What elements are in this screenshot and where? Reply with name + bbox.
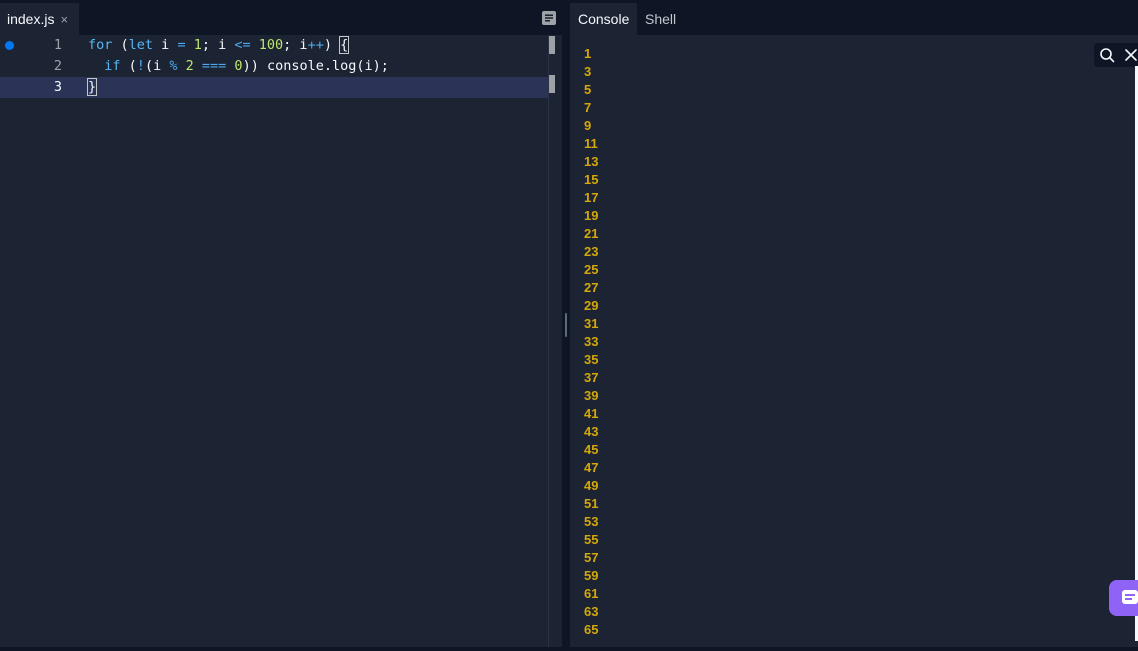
console-output-line: 53 (584, 514, 599, 529)
file-tab-index-js[interactable]: index.js × (0, 3, 79, 35)
console-output-line: 5 (584, 82, 592, 97)
console-output-line: 59 (584, 568, 599, 583)
token-keyword: let (128, 37, 154, 53)
close-tab-icon[interactable]: × (60, 12, 68, 27)
console-output-line: 55 (584, 532, 599, 547)
console-output-line: 63 (584, 604, 599, 619)
console-output-line: 3 (584, 64, 592, 79)
line-number: 1 (53, 37, 62, 53)
console-output-line: 1 (584, 46, 592, 61)
editor-tab-bar: index.js × (0, 0, 562, 35)
console-output-line: 45 (584, 442, 599, 457)
token-operator: <= (234, 37, 251, 53)
console-output-line: 9 (584, 118, 592, 133)
token-method: log (331, 58, 357, 74)
close-icon[interactable] (1123, 47, 1138, 63)
console-output-line: 19 (584, 208, 599, 223)
token-operator: ++ (307, 37, 324, 53)
token-number: 2 (185, 58, 194, 74)
console-output-line: 49 (584, 478, 599, 493)
token-keyword: if (104, 58, 121, 74)
console-output-line: 57 (584, 550, 599, 565)
token-punct: ( (112, 37, 129, 53)
console-toolbar (1094, 43, 1138, 67)
console-output-line: 25 (584, 262, 599, 277)
token-number: 1 (193, 37, 202, 53)
console-output-line: 43 (584, 424, 599, 439)
console-output-line: 17 (584, 190, 599, 205)
token-punct: (i); (356, 58, 389, 74)
console-output-line: 37 (584, 370, 599, 385)
code-text: } (86, 77, 98, 98)
token-punct: ; i (283, 37, 308, 53)
scrollbar-marker (549, 75, 555, 93)
token-operator: ! (136, 58, 145, 74)
console-output-line: 15 (584, 172, 599, 187)
console-output-line: 27 (584, 280, 599, 295)
code-line[interactable]: 1 for (let i = 1; i <= 100; i++) { (0, 35, 548, 56)
token-operator: = (177, 37, 186, 53)
console-tab-bar: Console Shell (570, 0, 1138, 35)
console-output-line: 29 (584, 298, 599, 313)
tab-shell[interactable]: Shell (639, 3, 682, 35)
editor-scrollbar-track[interactable] (548, 35, 549, 647)
console-output-line: 11 (584, 136, 598, 151)
code-editor[interactable]: 1 for (let i = 1; i <= 100; i++) { 2 if … (0, 35, 548, 647)
console-output[interactable]: 1 3 5 7 9 11 13 15 17 19 21 23 25 27 29 31 33 35 37 39 41 43 4… (584, 45, 1064, 639)
token-punct: ) (323, 37, 341, 53)
token-brace-match: } (86, 78, 98, 96)
scrollbar-marker (549, 36, 555, 54)
token-punct: ( (120, 58, 137, 74)
bottom-strip (0, 647, 1138, 651)
code-text: if (!(i % 2 === 0)) console.log(i); (88, 56, 389, 77)
tab-console[interactable]: Console (570, 3, 638, 35)
code-line[interactable]: 2 if (!(i % 2 === 0)) console.log(i); (0, 56, 548, 77)
token-number: 0 (234, 58, 243, 74)
console-output-line: 21 (584, 226, 599, 241)
token-number: 100 (258, 37, 284, 53)
token-ident: (i (144, 58, 170, 74)
token-operator: === (201, 58, 227, 74)
console-output-line: 41 (584, 406, 599, 421)
console-output-line: 13 (584, 154, 599, 169)
layout-icon[interactable] (541, 10, 557, 26)
splitter-handle[interactable] (565, 313, 567, 337)
console-output-line: 51 (584, 496, 599, 511)
console-output-line: 39 (584, 388, 599, 403)
chat-icon[interactable] (1109, 580, 1138, 616)
console-output-line: 65 (584, 622, 599, 637)
console-output-line: 61 (584, 586, 599, 601)
console-output-line: 47 (584, 460, 599, 475)
file-tab-label: index.js (7, 11, 55, 27)
console-output-line: 35 (584, 352, 599, 367)
console-output-line: 7 (584, 100, 592, 115)
code-line-active[interactable]: 3 } (0, 77, 548, 98)
line-number: 2 (53, 58, 62, 74)
console-output-line: 33 (584, 334, 599, 349)
console-output-line: 23 (584, 244, 599, 259)
token-brace-match: { (339, 36, 350, 54)
token-keyword: for (88, 37, 113, 53)
search-icon[interactable] (1099, 47, 1115, 63)
token-punct: )) console. (242, 58, 332, 74)
token-ident: i (153, 37, 178, 53)
code-text: for (let i = 1; i <= 100; i++) { (88, 35, 350, 56)
token-punct: ; i (201, 37, 235, 53)
line-number: 3 (53, 79, 62, 95)
console-output-line: 31 (584, 316, 599, 331)
